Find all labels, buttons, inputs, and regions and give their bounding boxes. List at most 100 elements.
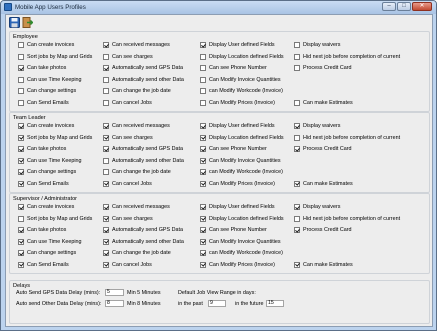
- close-button[interactable]: ✕: [412, 2, 432, 11]
- permission-checkbox[interactable]: Automatically send other Data: [103, 76, 184, 84]
- checkbox-unchecked[interactable]: [103, 76, 109, 83]
- checkbox-checked[interactable]: [200, 146, 206, 152]
- checkbox-checked[interactable]: [103, 42, 109, 48]
- permission-checkbox[interactable]: Automatically send other Data: [103, 238, 184, 246]
- checkbox-unchecked[interactable]: [294, 53, 300, 60]
- checkbox-unchecked[interactable]: [294, 65, 300, 71]
- checkbox-checked[interactable]: [294, 204, 300, 210]
- checkbox-checked[interactable]: [18, 250, 24, 256]
- checkbox-unchecked[interactable]: [103, 53, 109, 60]
- checkbox-checked[interactable]: [103, 180, 109, 187]
- checkbox-checked[interactable]: [18, 146, 24, 152]
- permission-checkbox[interactable]: Can cancel Jobs: [103, 99, 152, 107]
- permission-checkbox[interactable]: Can use Time Keeping: [18, 238, 82, 246]
- minimize-button[interactable]: –: [382, 2, 396, 11]
- checkbox-checked[interactable]: [103, 227, 109, 233]
- permission-checkbox[interactable]: Can Send Emails: [18, 180, 69, 188]
- permission-checkbox[interactable]: Can see charges: [103, 53, 153, 61]
- checkbox-unchecked[interactable]: [294, 99, 300, 106]
- permission-checkbox[interactable]: Automatically send GPS Data: [103, 226, 183, 234]
- permission-checkbox[interactable]: Process Credit Card: [294, 226, 352, 234]
- checkbox-checked[interactable]: [200, 180, 206, 187]
- permission-checkbox[interactable]: Can change the job date: [103, 249, 171, 257]
- permission-checkbox[interactable]: Can take photos: [18, 226, 66, 234]
- permission-checkbox[interactable]: Can cancel Jobs: [103, 261, 152, 269]
- permission-checkbox[interactable]: Process Credit Card: [294, 145, 352, 153]
- permission-checkbox[interactable]: Can Modify Invoice Quantities: [200, 238, 281, 246]
- permission-checkbox[interactable]: Can Modify Prices (Invoice): [200, 99, 275, 107]
- checkbox-checked[interactable]: [294, 227, 300, 233]
- permission-checkbox[interactable]: Can Send Emails: [18, 99, 69, 107]
- permission-checkbox[interactable]: Can change the job date: [103, 168, 171, 176]
- checkbox-checked[interactable]: [18, 261, 24, 268]
- checkbox-checked[interactable]: [200, 261, 206, 268]
- permission-checkbox[interactable]: Sort jobs by Map and Grids: [18, 215, 92, 223]
- permission-checkbox[interactable]: Can cancel Jobs: [103, 180, 152, 188]
- permission-checkbox[interactable]: Can received messages: [103, 41, 170, 49]
- other-delay-input[interactable]: 8: [105, 300, 124, 307]
- checkbox-checked[interactable]: [294, 180, 300, 187]
- save-icon[interactable]: [9, 17, 20, 28]
- permission-checkbox[interactable]: Hid next job before completion of curren…: [294, 215, 400, 223]
- checkbox-checked[interactable]: [18, 238, 24, 245]
- permission-checkbox[interactable]: can Modify Workcode (Invoice): [200, 87, 283, 95]
- checkbox-unchecked[interactable]: [200, 88, 206, 94]
- maximize-button[interactable]: □: [397, 2, 411, 11]
- permission-checkbox[interactable]: Automatically send other Data: [103, 157, 184, 165]
- checkbox-checked[interactable]: [200, 215, 206, 222]
- checkbox-checked[interactable]: [200, 123, 206, 129]
- checkbox-unchecked[interactable]: [200, 53, 206, 60]
- permission-checkbox[interactable]: Can use Time Keeping: [18, 76, 82, 84]
- permission-checkbox[interactable]: Can create invoices: [18, 41, 74, 49]
- checkbox-unchecked[interactable]: [18, 76, 24, 83]
- permission-checkbox[interactable]: Display User defined Fields: [200, 122, 275, 130]
- checkbox-checked[interactable]: [103, 204, 109, 210]
- checkbox-unchecked[interactable]: [294, 42, 300, 48]
- permission-checkbox[interactable]: Display User defined Fields: [200, 41, 275, 49]
- permission-checkbox[interactable]: Display waivers: [294, 122, 340, 130]
- checkbox-unchecked[interactable]: [18, 53, 24, 60]
- permission-checkbox[interactable]: Can create invoices: [18, 122, 74, 130]
- permission-checkbox[interactable]: Automatically send GPS Data: [103, 64, 183, 72]
- title-bar[interactable]: Mobile App Users Profiles – □ ✕: [1, 1, 436, 14]
- checkbox-checked[interactable]: [103, 65, 109, 71]
- future-days-input[interactable]: 15: [266, 300, 284, 307]
- checkbox-unchecked[interactable]: [103, 88, 109, 94]
- checkbox-unchecked[interactable]: [294, 134, 300, 141]
- permission-checkbox[interactable]: Can Send Emails: [18, 261, 69, 269]
- permission-checkbox[interactable]: Can use Time Keeping: [18, 157, 82, 165]
- permission-checkbox[interactable]: Sort jobs by Map and Grids: [18, 53, 92, 61]
- checkbox-checked[interactable]: [200, 157, 206, 164]
- checkbox-checked[interactable]: [200, 204, 206, 210]
- permission-checkbox[interactable]: Can change settings: [18, 249, 76, 257]
- permission-checkbox[interactable]: Can Modify Invoice Quantities: [200, 76, 281, 84]
- checkbox-checked[interactable]: [103, 238, 109, 245]
- checkbox-checked[interactable]: [200, 250, 206, 256]
- checkbox-unchecked[interactable]: [103, 157, 109, 164]
- checkbox-checked[interactable]: [18, 65, 24, 71]
- permission-checkbox[interactable]: Can Modify Prices (Invoice): [200, 261, 275, 269]
- permission-checkbox[interactable]: can Modify Workcode (Invoice): [200, 168, 283, 176]
- permission-checkbox[interactable]: Display Location defined Fields: [200, 53, 284, 61]
- permission-checkbox[interactable]: Can make Estimates: [294, 180, 353, 188]
- permission-checkbox[interactable]: Can received messages: [103, 122, 170, 130]
- permission-checkbox[interactable]: Can create invoices: [18, 203, 74, 211]
- checkbox-checked[interactable]: [103, 250, 109, 256]
- permission-checkbox[interactable]: Can change the job date: [103, 87, 171, 95]
- checkbox-checked[interactable]: [294, 146, 300, 152]
- checkbox-checked[interactable]: [103, 261, 109, 268]
- permission-checkbox[interactable]: Hid next job before completion of curren…: [294, 134, 400, 142]
- permission-checkbox[interactable]: Can take photos: [18, 145, 66, 153]
- permission-checkbox[interactable]: Can take photos: [18, 64, 66, 72]
- permission-checkbox[interactable]: Can change settings: [18, 168, 76, 176]
- checkbox-checked[interactable]: [200, 134, 206, 141]
- permission-checkbox[interactable]: can Modify Workcode (Invoice): [200, 249, 283, 257]
- permission-checkbox[interactable]: Hid next job before completion of curren…: [294, 53, 400, 61]
- permission-checkbox[interactable]: Automatically send GPS Data: [103, 145, 183, 153]
- permission-checkbox[interactable]: Can see charges: [103, 134, 153, 142]
- past-days-input[interactable]: 9: [208, 300, 226, 307]
- checkbox-unchecked[interactable]: [18, 42, 24, 48]
- permission-checkbox[interactable]: Can see charges: [103, 215, 153, 223]
- checkbox-checked[interactable]: [103, 134, 109, 141]
- checkbox-checked[interactable]: [103, 146, 109, 152]
